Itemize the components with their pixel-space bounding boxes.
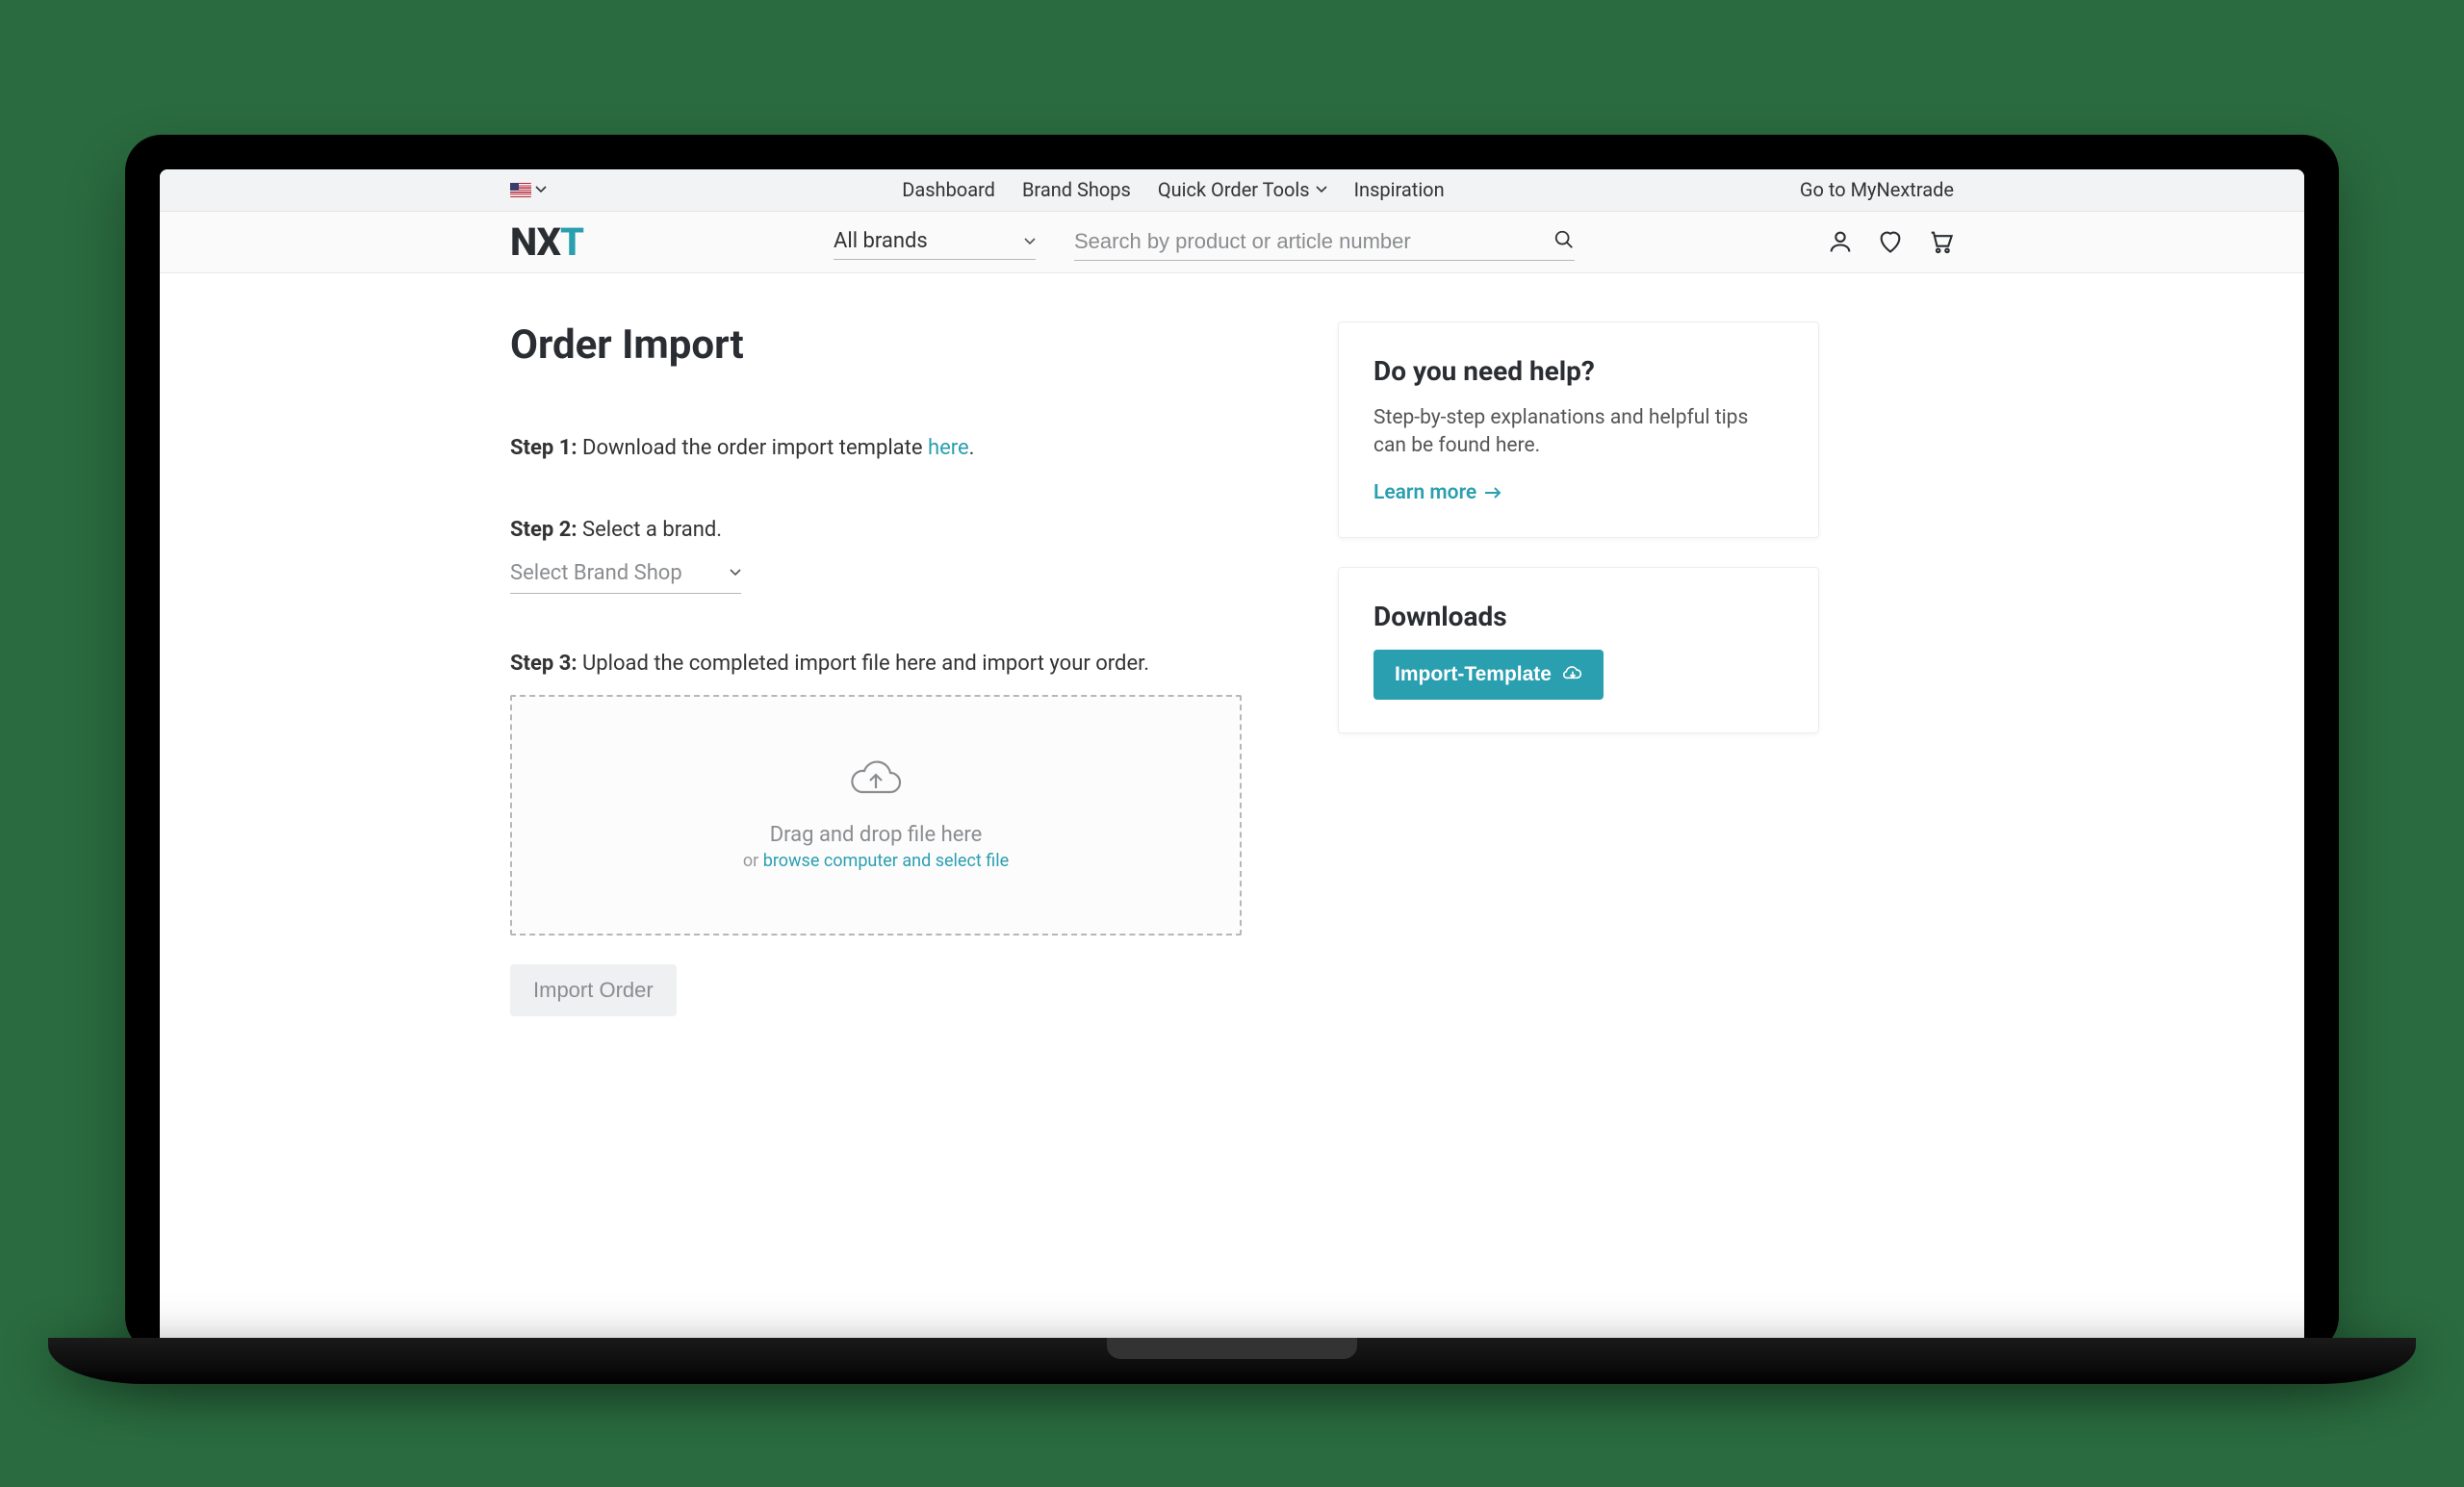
downloads-card: Downloads Import-Template [1338,567,1819,733]
search-icon[interactable] [1553,229,1575,254]
step-1-text: Download the order import template [578,436,928,460]
download-button-label: Import-Template [1395,663,1552,686]
step-2-text: Select a brand. [578,518,723,542]
step-3-text: Upload the completed import file here an… [578,652,1150,676]
step-1-suffix: . [969,436,975,460]
search-input[interactable] [1074,223,1575,260]
help-card: Do you need help? Step-by-step explanati… [1338,321,1819,539]
brand-select-label: All brands [834,229,928,253]
chevron-down-icon [730,569,741,577]
download-icon [1563,665,1582,684]
brand-shop-placeholder: Select Brand Shop [510,561,682,585]
chevron-down-icon [535,186,547,193]
step-3-label: Step 3: [510,652,578,676]
search-bar [1074,223,1575,261]
step-2-label: Step 2: [510,518,578,542]
nav-quick-order[interactable]: Quick Order Tools [1158,178,1327,201]
import-order-button[interactable]: Import Order [510,964,677,1016]
logo-n: N [510,219,537,265]
sidebar: Do you need help? Step-by-step explanati… [1338,321,1819,763]
arrow-right-icon [1484,487,1502,499]
browse-file-link[interactable]: browse computer and select file [763,851,1009,871]
step-2: Step 2: Select a brand. [510,518,1242,542]
nav-dashboard[interactable]: Dashboard [902,178,995,201]
cart-icon[interactable] [1927,228,1954,255]
laptop-base [48,1338,2416,1384]
brand-shop-select[interactable]: Select Brand Shop [510,553,741,594]
nav-quick-order-label: Quick Order Tools [1158,178,1310,201]
wishlist-icon[interactable] [1877,228,1904,255]
nav-inspiration[interactable]: Inspiration [1354,178,1445,201]
nav-brand-shops[interactable]: Brand Shops [1022,178,1131,201]
step-1-label: Step 1: [510,436,578,460]
laptop-notch [1107,1338,1357,1359]
topbar: Dashboard Brand Shops Quick Order Tools … [160,169,2304,212]
dropzone-subtitle: or browse computer and select file [743,851,1009,871]
import-form: Order Import Step 1: Download the order … [510,321,1242,1016]
page-title: Order Import [510,321,1242,369]
flag-us-icon [510,183,531,197]
brand-select[interactable]: All brands [834,223,1036,260]
app-window: Dashboard Brand Shops Quick Order Tools … [160,169,2304,1353]
learn-more-link[interactable]: Learn more [1373,481,1502,504]
learn-more-label: Learn more [1373,481,1476,504]
logo-t: T [560,219,583,265]
account-icon[interactable] [1827,228,1854,255]
nav-links: Dashboard Brand Shops Quick Order Tools … [902,178,1444,201]
upload-cloud-icon [848,759,904,806]
logo-x: X [537,219,560,265]
dropzone-or: or [743,851,763,871]
help-text: Step-by-step explanations and helpful ti… [1373,404,1784,461]
logo[interactable]: NXT [510,219,583,265]
dropzone-title: Drag and drop file here [770,823,983,847]
header: NXT All brands [160,212,2304,273]
laptop-frame: Dashboard Brand Shops Quick Order Tools … [125,135,2339,1353]
go-mynextrade-link[interactable]: Go to MyNextrade [1800,178,1954,201]
help-title: Do you need help? [1373,355,1784,387]
chevron-down-icon [1024,238,1036,245]
step-3: Step 3: Upload the completed import file… [510,652,1242,676]
language-selector[interactable] [510,183,547,197]
main-content: Order Import Step 1: Download the order … [160,273,2304,1353]
download-template-button[interactable]: Import-Template [1373,650,1604,700]
header-icons [1827,228,1954,255]
file-dropzone[interactable]: Drag and drop file here or browse comput… [510,695,1242,936]
step-1: Step 1: Download the order import templa… [510,436,1242,460]
downloads-title: Downloads [1373,601,1784,632]
chevron-down-icon [1316,186,1327,193]
download-template-link[interactable]: here [928,436,969,460]
